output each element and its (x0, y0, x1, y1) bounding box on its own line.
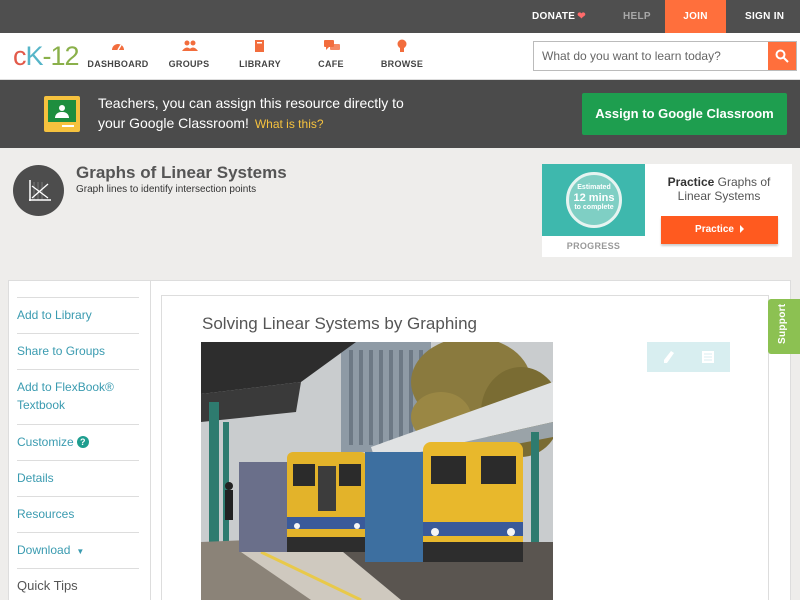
search-box (533, 41, 797, 71)
progress-label: PROGRESS (566, 241, 621, 251)
arrow-right-icon (739, 225, 744, 234)
google-classroom-banner: Teachers, you can assign this resource d… (0, 80, 800, 148)
nav-browse[interactable]: BROWSE (367, 39, 437, 69)
practice-card: Estimated 12 mins to complete PROGRESS P… (542, 164, 792, 257)
help-icon[interactable]: ? (76, 436, 89, 448)
estimated-time: Estimated 12 mins to complete (566, 183, 622, 213)
logo-k: K (25, 41, 44, 71)
join-button[interactable]: JOIN (665, 0, 726, 33)
estimated-minutes: 12 mins (573, 192, 615, 204)
classroom-message-line2: your Google Classroom! (98, 115, 249, 131)
main-nav: cK-12 DASHBOARD GROUPS LIBRARY CAFE BROW… (0, 33, 800, 80)
notes-icon[interactable] (701, 350, 715, 369)
nav-library[interactable]: LIBRARY (225, 39, 295, 69)
logo-c: c (13, 41, 26, 71)
donate-link[interactable]: DONATE ❤ (532, 0, 586, 33)
progress-ring: Estimated 12 mins to complete (542, 164, 645, 236)
to-complete-label: to complete (574, 204, 614, 211)
nav-library-label: LIBRARY (239, 59, 281, 69)
practice-button-label: Practice (695, 224, 734, 235)
nav-dashboard-label: DASHBOARD (87, 59, 149, 69)
resources-link[interactable]: Resources (17, 496, 139, 523)
left-sidebar: Add to Library Share to Groups Add to Fl… (8, 280, 151, 600)
nav-cafe-label: CAFE (318, 59, 344, 69)
chat-bubble-icon (324, 39, 340, 53)
classroom-message: Teachers, you can assign this resource d… (98, 93, 538, 134)
assign-google-classroom-button[interactable]: Assign to Google Classroom (582, 93, 787, 135)
download-label: Download (17, 543, 71, 557)
practice-title: Practice Graphs of Linear Systems (654, 175, 784, 203)
search-button[interactable] (768, 42, 796, 70)
search-icon (775, 49, 789, 63)
dashboard-icon (111, 39, 125, 53)
logo-12: -12 (42, 41, 80, 71)
support-label: Support (777, 303, 788, 344)
add-to-library-link[interactable]: Add to Library (17, 297, 139, 324)
concept-title: Graphs of Linear Systems (76, 163, 287, 182)
details-link[interactable]: Details (17, 460, 139, 487)
lesson-title: Solving Linear Systems by Graphing (202, 314, 477, 333)
nav-groups[interactable]: GROUPS (154, 39, 224, 69)
customize-link[interactable]: Customize? (17, 424, 139, 451)
what-is-this-link[interactable]: What is this? (255, 117, 324, 131)
support-tab[interactable]: Support (768, 299, 800, 354)
donate-label: DONATE (532, 11, 576, 22)
ck12-logo[interactable]: cK-12 (13, 41, 80, 72)
concept-subtitle: Graph lines to identify intersection poi… (76, 184, 257, 195)
sign-in-link[interactable]: SIGN IN (745, 0, 784, 33)
customize-label: Customize (17, 435, 74, 449)
classroom-message-line1: Teachers, you can assign this resource d… (98, 95, 404, 111)
download-link[interactable]: Download ▼ (17, 532, 139, 561)
library-icon (253, 39, 267, 53)
search-input[interactable] (534, 42, 769, 70)
nav-groups-label: GROUPS (168, 59, 210, 69)
caret-down-icon: ▼ (76, 547, 85, 556)
graph-concept-icon (13, 165, 64, 216)
utility-bar: DONATE ❤ HELP JOIN SIGN IN (0, 0, 800, 33)
heart-icon: ❤ (577, 11, 586, 22)
add-to-flexbook-link[interactable]: Add to FlexBook® Textbook (17, 369, 139, 414)
add-to-flexbook-line1: Add to FlexBook® (17, 380, 114, 394)
add-to-flexbook-line2: Textbook (17, 398, 66, 412)
pencil-icon[interactable] (663, 350, 675, 369)
nav-cafe[interactable]: CAFE (296, 39, 366, 69)
nav-browse-label: BROWSE (380, 59, 424, 69)
quick-tips-heading: Quick Tips (17, 568, 139, 595)
practice-title-bold: Practice (667, 175, 715, 189)
google-classroom-icon (44, 96, 80, 132)
lesson-train-image (201, 342, 553, 600)
help-link[interactable]: HELP (623, 0, 651, 33)
share-to-groups-link[interactable]: Share to Groups (17, 333, 139, 360)
lightbulb-icon (395, 39, 409, 53)
practice-button[interactable]: Practice (661, 216, 778, 244)
nav-dashboard[interactable]: DASHBOARD (83, 39, 153, 69)
groups-icon (182, 39, 198, 53)
lesson-tools (647, 342, 730, 372)
